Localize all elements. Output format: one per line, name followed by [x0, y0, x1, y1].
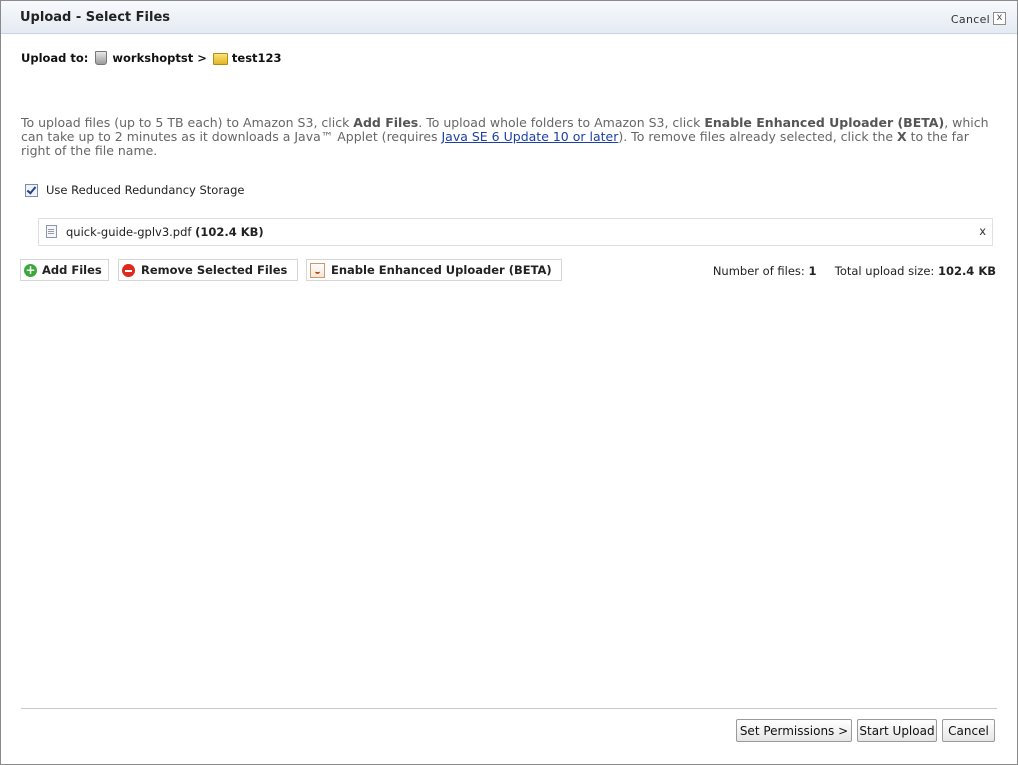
upload-dialog: Upload - Select Files Cancel x Upload to…	[0, 0, 1018, 765]
bucket-name: workshoptst	[112, 51, 194, 65]
enable-enhanced-label: Enable Enhanced Uploader (BETA)	[331, 263, 552, 277]
reduced-redundancy-option[interactable]: Use Reduced Redundancy Storage	[25, 183, 244, 197]
file-size: (102.4 KB)	[195, 225, 264, 239]
total-size-label: Total upload size:	[834, 264, 935, 278]
enable-enhanced-uploader-button[interactable]: Enable Enhanced Uploader (BETA)	[306, 259, 562, 281]
instructions-text: ). To remove files already selected, cli…	[618, 129, 898, 144]
remove-selected-files-button[interactable]: Remove Selected Files	[118, 259, 298, 281]
add-files-button[interactable]: + Add Files	[20, 259, 109, 281]
instructions-text: . To upload whole folders to Amazon S3, …	[418, 115, 705, 130]
dialog-title: Upload - Select Files	[20, 10, 171, 25]
titlebar-cancel-link[interactable]: Cancel	[951, 13, 990, 26]
file-count-value: 1	[808, 264, 817, 278]
file-list: quick-guide-gplv3.pdf (102.4 KB) x	[38, 218, 993, 246]
total-size-value: 102.4 KB	[937, 264, 996, 278]
footer-divider	[21, 708, 997, 709]
document-icon	[46, 225, 57, 238]
instructions-text: To upload files (up to 5 TB each) to Ama…	[21, 115, 354, 130]
close-icon[interactable]: x	[993, 12, 1006, 25]
cancel-button[interactable]: Cancel	[942, 719, 995, 742]
remove-icon	[122, 263, 135, 277]
reduced-redundancy-checkbox[interactable]	[25, 183, 38, 197]
instructions-add-files: Add Files	[353, 115, 419, 130]
java-icon	[310, 262, 325, 278]
file-name: quick-guide-gplv3.pdf	[66, 225, 192, 239]
file-count-label: Number of files:	[712, 264, 805, 278]
folder-name: test123	[231, 51, 282, 65]
add-icon: +	[24, 262, 37, 277]
remove-selected-label: Remove Selected Files	[141, 263, 288, 277]
folder-icon	[212, 53, 228, 65]
upload-stats: Number of files: 1 Total upload size: 10…	[713, 264, 996, 278]
start-upload-button[interactable]: Start Upload	[857, 719, 937, 742]
instructions-x: X	[897, 129, 907, 144]
dialog-titlebar: Upload - Select Files Cancel x	[1, 1, 1017, 34]
upload-instructions: To upload files (up to 5 TB each) to Ama…	[21, 116, 1001, 158]
java-requirement-link[interactable]: Java SE 6 Update 10 or later	[442, 129, 619, 144]
set-permissions-button[interactable]: Set Permissions >	[736, 719, 852, 742]
path-separator: >	[197, 51, 207, 65]
add-files-label: Add Files	[42, 263, 102, 277]
file-entry: quick-guide-gplv3.pdf (102.4 KB)	[66, 225, 264, 239]
remove-file-button[interactable]: x	[979, 224, 986, 238]
reduced-redundancy-label: Use Reduced Redundancy Storage	[46, 183, 245, 197]
upload-destination: Upload to: workshoptst > test123	[21, 51, 282, 65]
bucket-icon	[95, 51, 108, 65]
instructions-enhanced: Enable Enhanced Uploader (BETA)	[704, 115, 945, 130]
upload-to-label: Upload to:	[21, 51, 89, 65]
file-row[interactable]: quick-guide-gplv3.pdf (102.4 KB) x	[39, 219, 992, 245]
